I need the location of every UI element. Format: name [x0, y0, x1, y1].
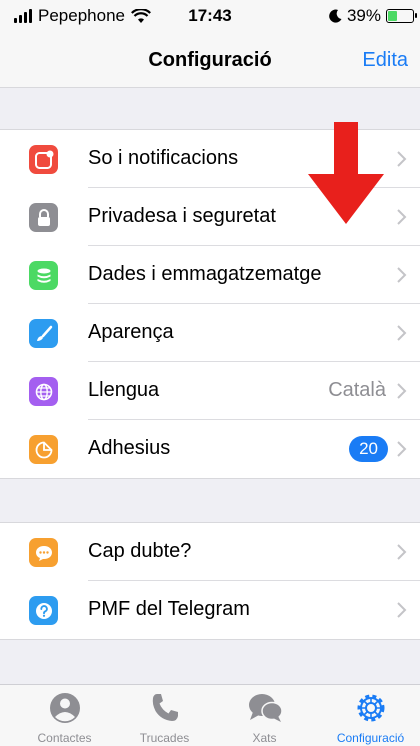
row-label: Llengua: [88, 379, 160, 401]
row-label: Privadesa i seguretat: [88, 205, 276, 227]
status-bar: Pepephone 17:43 39%: [0, 0, 420, 34]
chevron-right-icon: [397, 267, 407, 283]
lock-icon: [29, 203, 58, 232]
chevron-right-icon: [397, 209, 407, 225]
phone-icon: [152, 694, 178, 721]
chevron-right-icon: [397, 441, 407, 457]
chevron-right-icon: [397, 151, 407, 167]
tab-bar: Contactes Trucades Xats Configuració: [0, 684, 420, 746]
chat-bubble-icon: [29, 538, 58, 567]
tab-label: Xats: [252, 731, 277, 745]
chevron-right-icon: [397, 325, 407, 341]
battery-level: [388, 11, 398, 21]
settings-row-stickers[interactable]: Adhesius 20: [0, 420, 420, 478]
navigation-bar: Configuració Edita: [0, 34, 420, 88]
tab-label: Configuració: [336, 731, 405, 745]
moon-icon: [329, 9, 342, 23]
question-icon: [29, 596, 58, 625]
annotation-arrow-icon: [308, 122, 384, 224]
database-icon: [29, 261, 58, 290]
tab-calls[interactable]: Trucades: [112, 685, 217, 746]
row-label: Cap dubte?: [88, 540, 192, 562]
row-label: Adhesius: [88, 437, 171, 459]
edit-button[interactable]: Edita: [362, 49, 408, 72]
settings-row-appearance[interactable]: Aparença: [0, 304, 420, 362]
row-label: Dades i emmagatzematge: [88, 263, 322, 285]
globe-icon: [29, 377, 58, 406]
settings-group-help: Cap dubte? PMF del Telegram: [0, 522, 420, 640]
settings-row-faq[interactable]: PMF del Telegram: [0, 581, 420, 639]
language-value: Català: [328, 379, 386, 401]
tab-chats[interactable]: Xats: [212, 685, 317, 746]
chevron-right-icon: [397, 383, 407, 399]
row-label: PMF del Telegram: [88, 598, 250, 620]
brush-icon: [29, 319, 58, 348]
gear-icon: [357, 694, 385, 722]
settings-row-data-storage[interactable]: Dades i emmagatzematge: [0, 246, 420, 304]
tab-settings[interactable]: Configuració: [318, 685, 420, 746]
status-right: 39%: [329, 6, 417, 26]
row-label: Aparença: [88, 321, 174, 343]
person-icon: [50, 693, 80, 723]
battery-percent: 39%: [346, 6, 381, 25]
page-title: Configuració: [148, 49, 272, 71]
bell-icon: [29, 145, 58, 174]
settings-row-ask-question[interactable]: Cap dubte?: [0, 523, 420, 581]
chevron-right-icon: [397, 602, 407, 618]
battery-icon: [386, 9, 417, 23]
sticker-icon: [29, 435, 58, 464]
tab-label: Trucades: [139, 731, 190, 745]
settings-row-language[interactable]: Llengua Català: [0, 362, 420, 420]
tab-contacts[interactable]: Contactes: [12, 685, 117, 746]
row-label: So i notificacions: [88, 147, 239, 169]
chevron-right-icon: [397, 544, 407, 560]
chats-icon: [249, 694, 283, 722]
tab-label: Contactes: [37, 731, 92, 745]
stickers-badge: 20: [349, 436, 388, 462]
